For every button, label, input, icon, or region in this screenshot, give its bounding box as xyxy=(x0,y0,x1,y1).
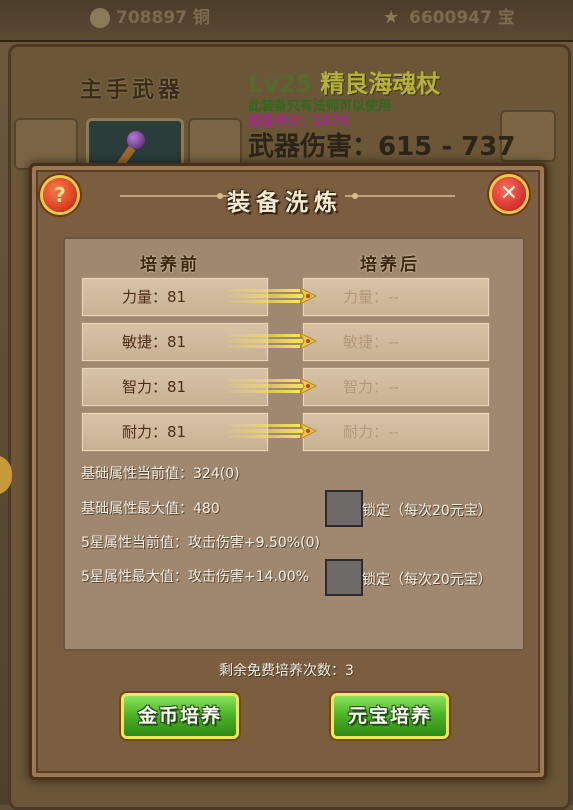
arrow-right-icon xyxy=(228,376,318,396)
remaining-free-count: 剩余免费培养次数：3 xyxy=(219,663,354,679)
lock-checkbox-star[interactable] xyxy=(325,559,363,596)
weapon-name: 精良海魂杖 xyxy=(320,70,441,98)
ingot-amount: 6600947 xyxy=(409,8,492,28)
after-column-header: 培养后 xyxy=(360,255,420,275)
help-button[interactable]: ? xyxy=(43,178,77,212)
arrow-right-icon xyxy=(228,421,318,441)
close-button[interactable]: ✕ xyxy=(492,177,526,211)
dialog-title: 装备洗炼 xyxy=(227,190,343,216)
base-attr-max: 基础属性最大值：480 xyxy=(81,501,220,517)
stat-after-agility: 敏捷：-- xyxy=(302,322,490,362)
gold-amount: 708897 xyxy=(116,8,187,28)
ingot-currency: ★ 6600947 宝 xyxy=(383,6,515,30)
ingot-train-button[interactable]: 元宝培养 xyxy=(331,693,449,739)
weapon-level: Lv25 xyxy=(248,70,313,98)
weapon-damage: 武器伤害：615 - 737 xyxy=(248,132,516,162)
ingot-icon: ★ xyxy=(383,7,400,28)
arrow-right-icon xyxy=(228,286,318,306)
star-attr-max: 5星属性最大值：攻击伤害+14.00% xyxy=(81,569,310,585)
coin-icon xyxy=(90,8,110,28)
weapon-slot-title: 主手武器 xyxy=(80,78,185,103)
currency-bar: 708897 铜 ★ 6600947 宝 xyxy=(0,0,573,42)
gold-unit: 铜 xyxy=(192,8,210,28)
gold-currency: 708897 铜 xyxy=(90,6,210,30)
before-column-header: 培养前 xyxy=(140,255,200,275)
stat-after-strength: 力量：-- xyxy=(302,277,490,317)
stat-after-stamina: 耐力：-- xyxy=(302,412,490,452)
close-x-icon: ✕ xyxy=(499,181,519,206)
arrow-right-icon xyxy=(228,331,318,351)
gold-train-button[interactable]: 金币培养 xyxy=(121,693,239,739)
title-ornament-left xyxy=(120,193,230,199)
base-attr-current: 基础属性当前值：324(0) xyxy=(81,466,240,482)
ingot-unit: 宝 xyxy=(497,8,515,28)
title-ornament-right xyxy=(345,193,455,199)
lock-label-base: 锁定（每次20元宝） xyxy=(362,503,492,519)
stat-after-intellect: 智力：81智力：-- xyxy=(302,367,490,407)
question-mark-icon: ? xyxy=(54,183,66,207)
lock-label-star: 锁定（每次20元宝） xyxy=(362,572,492,588)
weapon-name-line: Lv25 精良海魂杖 xyxy=(248,64,440,99)
lock-checkbox-base[interactable] xyxy=(325,490,363,527)
star-attr-current: 5星属性当前值：攻击伤害+9.50%(0) xyxy=(81,535,320,551)
